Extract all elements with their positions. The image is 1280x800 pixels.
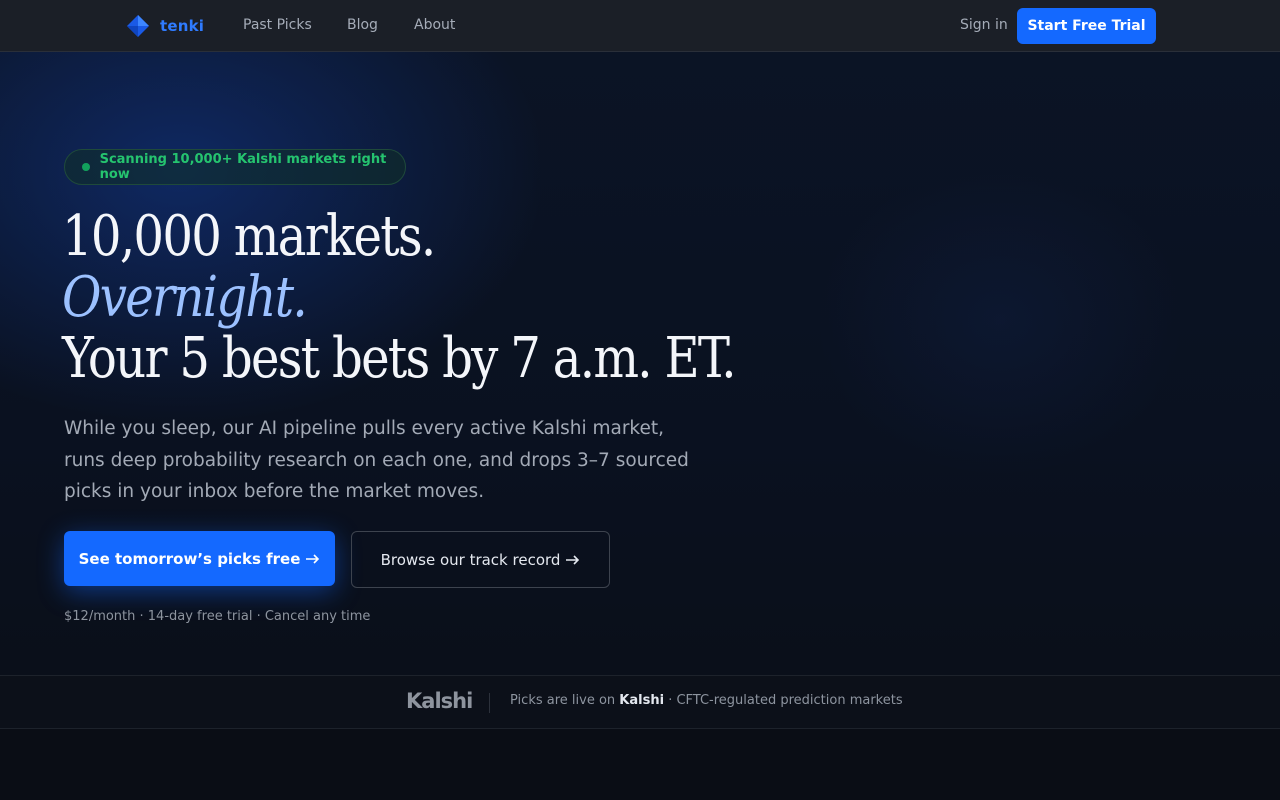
bottom-section [0,729,1280,800]
strip-brand: Kalshi [619,693,665,708]
top-nav: tenki Past Picks Blog About Sign in Star… [0,0,1280,52]
nav-link-blog[interactable]: Blog [347,17,378,33]
kalshi-logo: Kalshi [406,689,473,713]
brand-name: tenki [160,17,205,35]
start-free-trial-button[interactable]: Start Free Trial [1017,8,1156,44]
brand-logo[interactable]: tenki [126,14,204,38]
hero-subtext: While you sleep, our AI pipeline pulls e… [64,418,689,502]
nav-link-past-picks[interactable]: Past Picks [243,17,312,33]
diamond-logo-icon [127,15,149,37]
strip-divider [489,693,490,713]
hero-headline: 10,000 markets. Overnight. Your 5 best b… [62,204,737,391]
headline-line-3: Your 5 best bets by 7 a.m. ET. [62,326,737,391]
track-record-label: Browse our track record [380,550,561,569]
see-picks-label: See tomorrow’s picks free [78,549,301,568]
arrow-right-icon [306,553,320,564]
pricing-fine-print: $12/month · 14-day free trial · Cancel a… [64,609,371,624]
partner-strip: Kalshi Picks are live on Kalshi · CFTC-r… [0,675,1280,729]
strip-prefix: Picks are live on [510,693,616,708]
status-dot-icon [82,163,90,171]
sign-in-link[interactable]: Sign in [960,17,1008,33]
headline-line-2: Overnight. [62,265,308,330]
strip-text: Picks are live on Kalshi · CFTC-regulate… [510,693,903,708]
strip-suffix: · CFTC-regulated prediction markets [668,693,903,708]
headline-line-1: 10,000 markets. [62,204,436,269]
arrow-right-icon [566,554,580,565]
nav-link-about[interactable]: About [414,17,455,33]
see-picks-button[interactable]: See tomorrow’s picks free [64,531,335,586]
scanning-status-badge: Scanning 10,000+ Kalshi markets right no… [64,149,406,185]
badge-label: Scanning 10,000+ Kalshi markets right no… [99,152,387,182]
track-record-button[interactable]: Browse our track record [351,531,610,588]
